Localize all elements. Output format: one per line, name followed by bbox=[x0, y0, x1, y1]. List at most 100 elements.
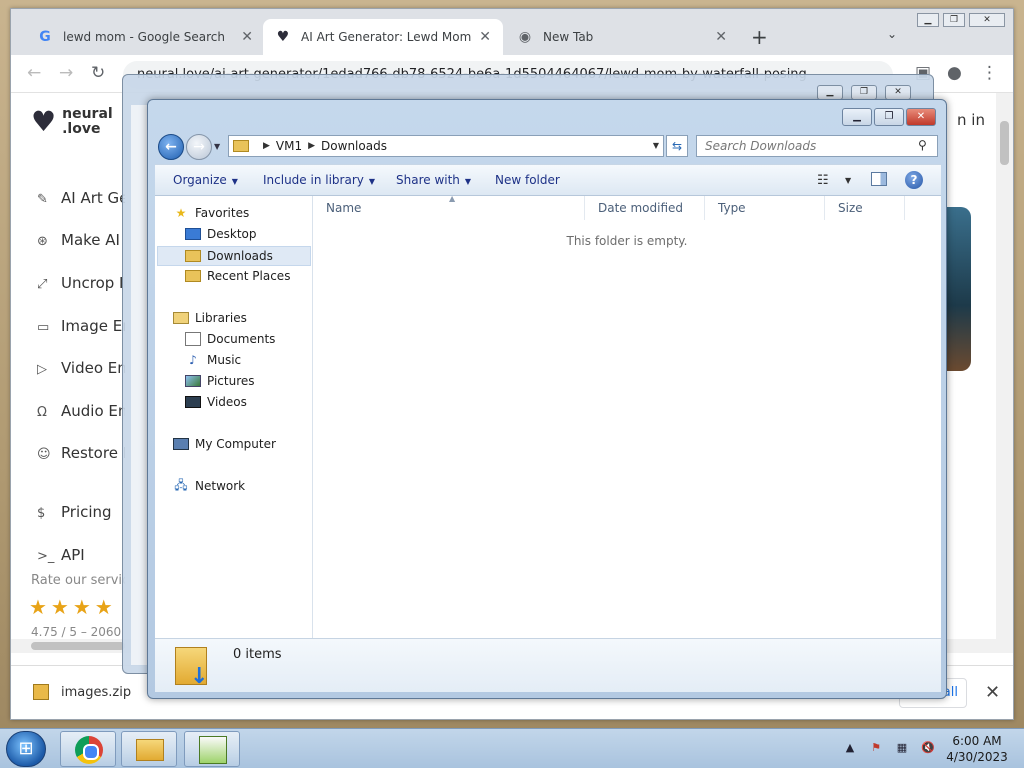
site-nav-restore[interactable]: ☺ Restore P bbox=[37, 444, 125, 462]
nav-recent-places[interactable]: Recent Places bbox=[185, 269, 290, 283]
downloads-folder-icon: ↓ bbox=[175, 647, 208, 689]
back-button[interactable]: ← bbox=[158, 134, 184, 160]
minimize-button[interactable]: ▁ bbox=[842, 108, 872, 126]
sign-in-link[interactable]: n in bbox=[957, 111, 985, 129]
start-button[interactable]: ⊞ bbox=[6, 731, 46, 767]
close-window-button[interactable]: ✕ bbox=[885, 85, 911, 100]
site-nav-ai-art[interactable]: ✎AI Art Gen bbox=[37, 189, 125, 207]
neural-love-logo[interactable]: ♥ neural .love bbox=[31, 105, 113, 138]
maximize-button[interactable]: ❐ bbox=[851, 85, 877, 100]
taskbar: ⊞ ▲ ⚑ ▦ 🔇 6:00 AM 4/30/2023 bbox=[0, 728, 1024, 768]
site-nav-api[interactable]: >_ API bbox=[37, 546, 85, 564]
nav-pictures[interactable]: Pictures bbox=[185, 374, 255, 388]
column-date-modified[interactable]: Date modified bbox=[585, 196, 705, 220]
site-nav-pricing[interactable]: $ Pricing bbox=[37, 503, 112, 521]
minimize-button[interactable]: ▁ bbox=[917, 13, 939, 27]
network-tray-icon[interactable]: ▦ bbox=[894, 741, 910, 755]
chevron-right-icon[interactable]: ▶ bbox=[308, 141, 315, 151]
chevron-right-icon[interactable]: ▶ bbox=[263, 141, 270, 151]
recent-pages-dropdown-icon[interactable]: ▼ bbox=[214, 142, 220, 151]
expand-icon: ⤢ bbox=[37, 277, 48, 292]
site-nav-audio-enhance[interactable]: ΩAudio Enh bbox=[37, 402, 125, 420]
view-dropdown-icon[interactable]: ▼ bbox=[845, 176, 851, 185]
desktop-icon bbox=[185, 228, 201, 240]
command-bar: Organize ▼ Include in library ▼ Share with… bbox=[155, 164, 941, 196]
clock[interactable]: 6:00 AM 4/30/2023 bbox=[938, 733, 1016, 765]
site-nav-video-enhance[interactable]: ▷Video Enh bbox=[37, 359, 125, 377]
include-in-library-button[interactable]: Include in library ▼ bbox=[263, 173, 375, 187]
scroll-thumb[interactable] bbox=[31, 642, 125, 650]
show-hidden-icons-chevron-icon[interactable]: ▲ bbox=[842, 741, 858, 755]
breadcrumb-downloads[interactable]: Downloads bbox=[321, 139, 387, 153]
documents-icon bbox=[185, 332, 201, 346]
play-icon: ▷ bbox=[37, 362, 47, 377]
site-nav-image-enhance[interactable]: ▭Image Enh bbox=[37, 317, 125, 335]
close-icon[interactable]: ✕ bbox=[241, 29, 253, 45]
dropdown-icon: ▼ bbox=[231, 177, 238, 186]
column-size[interactable]: Size bbox=[825, 196, 905, 220]
close-shelf-icon[interactable]: ✕ bbox=[985, 682, 1000, 703]
folder-icon bbox=[233, 140, 249, 152]
tab-ai-art-generator[interactable]: ♥ AI Art Generator: Lewd Mom by ✕ bbox=[263, 19, 503, 55]
nav-documents[interactable]: Documents bbox=[185, 332, 275, 346]
tab-new-tab[interactable]: ◉ New Tab ✕ bbox=[505, 19, 739, 55]
tab-google-search[interactable]: G lewd mom - Google Search ✕ bbox=[25, 19, 265, 55]
share-with-button[interactable]: Share with ▼ bbox=[396, 173, 471, 187]
search-input[interactable]: Search Downloads bbox=[696, 135, 938, 157]
taskbar-explorer[interactable] bbox=[121, 731, 177, 767]
forward-button[interactable]: → bbox=[186, 134, 212, 160]
nav-videos[interactable]: Videos bbox=[185, 395, 247, 409]
rating-stars[interactable]: ★★★★ bbox=[29, 595, 117, 619]
taskbar-app[interactable] bbox=[184, 731, 240, 767]
nav-libraries[interactable]: Libraries bbox=[173, 311, 247, 325]
music-icon: ♪ bbox=[189, 353, 197, 367]
help-icon[interactable]: ? bbox=[905, 171, 923, 189]
nav-network[interactable]: 🖧 Network bbox=[173, 477, 245, 494]
nav-music[interactable]: ♪ Music bbox=[185, 353, 241, 367]
image-icon: ▭ bbox=[37, 320, 50, 335]
nav-favorites[interactable]: ★ Favorites bbox=[173, 206, 250, 220]
download-item[interactable]: images.zip bbox=[33, 684, 131, 700]
address-dropdown-icon[interactable]: ▼ bbox=[653, 141, 659, 150]
menu-kebab-icon[interactable]: ⋮ bbox=[981, 63, 998, 83]
network-icon: 🖧 bbox=[174, 477, 188, 492]
new-folder-button[interactable]: New folder bbox=[495, 173, 560, 187]
close-icon[interactable]: ✕ bbox=[715, 29, 727, 45]
minimize-button[interactable]: ▁ bbox=[817, 85, 843, 100]
volume-muted-icon[interactable]: 🔇 bbox=[920, 741, 936, 755]
site-nav-uncrop[interactable]: ⤢Uncrop Im bbox=[37, 274, 125, 292]
view-options-icon[interactable]: ☷ bbox=[817, 173, 829, 188]
maximize-button[interactable]: ❐ bbox=[943, 13, 965, 27]
column-type[interactable]: Type bbox=[705, 196, 825, 220]
maximize-button[interactable]: ❐ bbox=[874, 108, 904, 126]
close-window-button[interactable]: ✕ bbox=[969, 13, 1005, 27]
close-icon[interactable]: ✕ bbox=[479, 29, 491, 45]
reload-icon[interactable]: ↻ bbox=[91, 63, 105, 83]
chrome-icon: ◉ bbox=[518, 29, 532, 45]
nav-downloads[interactable]: Downloads bbox=[157, 246, 311, 266]
forward-arrow-icon[interactable]: → bbox=[59, 63, 73, 83]
organize-button[interactable]: Organize ▼ bbox=[173, 173, 238, 187]
scroll-thumb[interactable] bbox=[1000, 121, 1009, 165]
new-tab-button[interactable]: + bbox=[751, 25, 768, 49]
action-center-flag-icon[interactable]: ⚑ bbox=[868, 741, 884, 755]
taskbar-chrome[interactable] bbox=[60, 731, 116, 767]
profile-avatar-icon[interactable]: ● bbox=[947, 63, 962, 83]
refresh-button[interactable]: ⇆ bbox=[666, 135, 688, 157]
tab-search-chevron-icon[interactable]: ⌄ bbox=[887, 27, 897, 41]
artwork-thumbnail[interactable] bbox=[947, 207, 971, 371]
search-icon[interactable]: ⚲ bbox=[918, 138, 927, 152]
rate-service-text: Rate our servic bbox=[31, 573, 125, 588]
preview-pane-icon[interactable] bbox=[871, 172, 887, 186]
nav-desktop[interactable]: Desktop bbox=[185, 227, 257, 241]
back-arrow-icon[interactable]: ← bbox=[27, 63, 41, 83]
file-list[interactable]: Name ▲ Date modified Type Size This fold… bbox=[313, 194, 941, 638]
dropdown-icon: ▼ bbox=[464, 177, 472, 186]
close-window-button[interactable]: ✕ bbox=[906, 108, 936, 126]
heart-logo-icon: ♥ bbox=[31, 105, 57, 138]
nav-my-computer[interactable]: My Computer bbox=[173, 437, 276, 451]
breadcrumb-vm1[interactable]: VM1 bbox=[276, 139, 302, 153]
address-bar[interactable]: ▶ VM1 ▶ Downloads ▼ bbox=[228, 135, 664, 157]
vertical-scrollbar[interactable] bbox=[996, 93, 1013, 653]
site-nav-make-ai[interactable]: ⊛Make AI A bbox=[37, 231, 125, 249]
